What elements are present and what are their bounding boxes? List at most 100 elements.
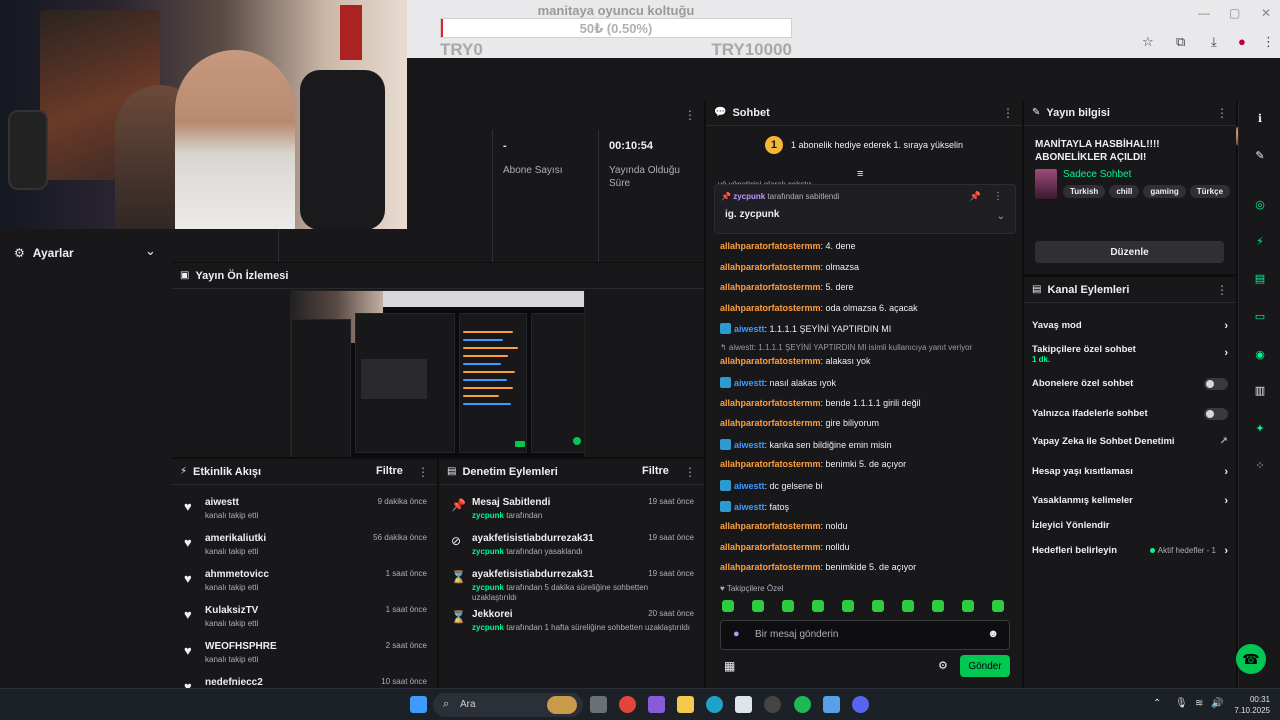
stream-tag[interactable]: gaming [1143,185,1186,198]
broadcast-icon[interactable]: ◉ [1250,344,1270,364]
chat-more-icon[interactable]: ⋮ [1002,106,1014,120]
emote-icon[interactable] [752,600,764,612]
edge-icon[interactable] [706,696,723,713]
pinned-message[interactable]: 📌 zycpunk tarafından sabitlendi ig. zycp… [714,184,1016,234]
chevron-up-icon[interactable]: ⌃ [1153,698,1161,709]
moderation-more-icon[interactable]: ⋮ [684,465,696,479]
chat-message[interactable]: allahparatorfatostermm: benimki 5. de aç… [720,459,906,469]
emote-only-toggle[interactable] [1204,408,1228,420]
close-window-button[interactable]: ✕ [1261,6,1271,20]
list-item[interactable]: ♥ KulaksizTV kanalı takip etti 1 saat önce [172,601,437,637]
menu-icon[interactable]: ⋮ [1262,34,1275,50]
bolt-icon[interactable]: ⚡ [1250,231,1270,251]
chat-username[interactable]: allahparatorfatostermm [720,521,821,531]
pinned-more-icon[interactable]: ⋮ [993,191,1003,202]
chat-message[interactable]: allahparatorfatostermm: 5. dere [720,282,854,292]
chat-message[interactable]: aiwestt: kanka sen bildiğine emin misin [720,438,892,450]
chat-message[interactable]: allahparatorfatostermm: nolldu [720,542,850,552]
chat-username[interactable]: allahparatorfatostermm [720,282,821,292]
redirect-viewers-row[interactable]: İzleyici Yönlendir [1032,520,1228,531]
microphone-icon[interactable]: 🎙 [1175,698,1188,709]
gift-sub-notice[interactable]: 1 1 abonelik hediye ederek 1. sıraya yük… [706,136,1022,154]
list-item[interactable]: ♥ ahmmetovicc kanalı takip etti 1 saat önce [172,565,437,601]
list-item[interactable]: ♥ amerikaliutki kanalı takip etti 56 dakika… [172,529,437,565]
extension-icon[interactable]: ⧉ [1176,34,1185,50]
file-explorer-icon[interactable] [677,696,694,713]
gear-icon[interactable]: ⚙ [938,659,948,672]
chat-username[interactable]: allahparatorfatostermm [720,459,821,469]
chat-username[interactable]: allahparatorfatostermm [720,562,821,572]
windows-start-icon[interactable] [410,696,427,713]
set-goals-row[interactable]: Hedefleri belirleyin Aktif hedefler - 1 › [1032,545,1228,557]
chat-message[interactable]: aiwestt: fatoş [720,500,789,512]
chat-message[interactable]: allahparatorfatostermm: alakası yok [720,356,871,366]
stats-more-icon[interactable]: ⋮ [684,108,696,122]
taskbar-search[interactable]: ⌕ Ara [433,693,583,717]
emote-icon[interactable] [932,600,944,612]
list-item[interactable]: ⊘ ayakfetisistiabdurrezak31 zycpunk tarafı… [439,529,704,569]
chat-message[interactable]: allahparatorfatostermm: olmazsa [720,262,859,272]
list-item[interactable]: ♥ WEOFHSPHRE kanalı takip etti 2 saat önce [172,637,437,673]
channel-actions-more-icon[interactable]: ⋮ [1216,283,1228,297]
minimize-button[interactable]: — [1198,6,1210,20]
emote-icon[interactable] [992,600,1004,612]
emote-icon[interactable] [872,600,884,612]
obs-icon[interactable] [764,696,781,713]
chat-username[interactable]: aiwestt [734,481,765,491]
settings-menu[interactable]: ⚙ Ayarlar [14,246,74,260]
chat-icon[interactable]: ▭ [1250,306,1270,326]
ai-moderation-row[interactable]: Yapay Zeka ile Sohbet Denetimi ↗ [1032,436,1228,447]
pencil-icon[interactable]: ✎ [1250,145,1270,165]
subscribers-only-toggle[interactable] [1204,378,1228,390]
volume-icon[interactable]: 🔊 [1211,698,1223,709]
store-icon[interactable] [735,696,752,713]
chat-username[interactable]: allahparatorfatostermm [720,356,821,366]
store-icon[interactable]: ▦ [724,659,735,673]
emote-icon[interactable] [902,600,914,612]
chat-message[interactable]: allahparatorfatostermm: bende 1.1.1.1 gi… [720,398,921,408]
chat-username[interactable]: allahparatorfatostermm [720,542,821,552]
chat-message[interactable]: aiwestt: nasıl alakas ıyok [720,377,836,388]
chat-username[interactable]: aiwestt [734,324,765,334]
info-icon[interactable]: ℹ [1250,108,1270,128]
emoji-icon[interactable]: ☻ [987,628,999,640]
help-button[interactable]: ☎ [1236,644,1266,674]
chat-message[interactable]: aiwestt: dc gelsene bi [720,480,823,491]
list-item[interactable]: 📌 Mesaj Sabitlendi zycpunk tarafından 19 sa… [439,493,704,533]
app-icon[interactable] [823,696,840,713]
star-icon[interactable]: ☆ [1142,34,1154,50]
chat-username[interactable]: allahparatorfatostermm [720,418,821,428]
stream-tag[interactable]: Türkçe [1189,185,1231,198]
chat-username[interactable]: aiwestt [734,502,765,512]
emote-icon[interactable] [962,600,974,612]
emote-icon[interactable] [842,600,854,612]
chat-message[interactable]: aiwestt: 1.1.1.1 ŞEYİNİ YAPTIRDIN MI [720,323,891,335]
chat-username[interactable]: allahparatorfatostermm [720,398,821,408]
chat-username[interactable]: aiwestt [734,378,765,388]
chat-message[interactable]: allahparatorfatostermm: benimkide 5. de … [720,562,916,572]
list-item[interactable]: ♥ nedefniecc2 10 saat önce [172,673,437,688]
stream-category[interactable]: Sadece Sohbet [1063,169,1131,180]
filter-lines-icon[interactable]: ≡ [857,168,863,180]
chat-input[interactable]: ● Bir mesaj gönderin ☻ [720,620,1010,650]
download-icon[interactable]: ⤓ [1211,34,1217,50]
chat-message[interactable]: allahparatorfatostermm: gire biliyorum [720,418,879,428]
copilot-icon[interactable] [648,696,665,713]
chat-username[interactable]: aiwestt [734,440,765,450]
maximize-button[interactable]: ▢ [1229,6,1240,20]
activity-more-icon[interactable]: ⋮ [417,465,429,479]
task-view-icon[interactable] [590,696,607,713]
chat-message[interactable]: allahparatorfatostermm: oda olmazsa 6. a… [720,303,918,313]
stream-tag[interactable]: Turkish [1063,185,1106,198]
emote-icon[interactable] [782,600,794,612]
wrench-icon[interactable]: ✦ [1250,418,1270,438]
spotify-icon[interactable] [794,696,811,713]
emote-icon[interactable] [722,600,734,612]
chevron-down-icon[interactable]: ⌄ [145,243,156,259]
activity-filter-button[interactable]: Filtre [376,465,403,477]
chevron-down-icon[interactable]: ⌄ [997,211,1005,222]
chat-username[interactable]: allahparatorfatostermm [720,241,821,251]
banned-words-row[interactable]: Yasaklanmış kelimeler › [1032,495,1228,507]
account-age-row[interactable]: Hesap yaşı kısıtlaması › [1032,466,1228,478]
list-item[interactable]: ⌛ Jekkorei zycpunk tarafından 1 hafta süre… [439,605,704,645]
